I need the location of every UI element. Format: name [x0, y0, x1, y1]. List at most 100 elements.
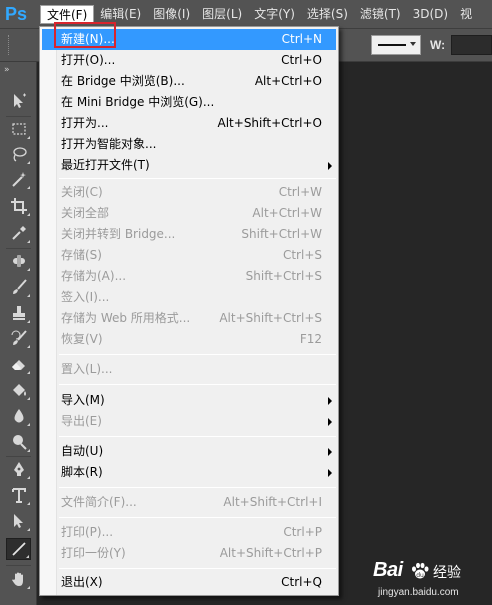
- menu-type[interactable]: 文字(Y): [248, 5, 301, 24]
- lasso-tool-icon[interactable]: [6, 143, 31, 165]
- menu-separator: [59, 354, 336, 355]
- menu-item-open-recent[interactable]: 最近打开文件(T): [42, 155, 336, 176]
- watermark-product: 经验: [433, 565, 461, 581]
- menu-select[interactable]: 选择(S): [301, 5, 354, 24]
- menu-item-save[interactable]: 存储(S) Ctrl+S: [42, 245, 336, 266]
- menu-item-browse-bridge[interactable]: 在 Bridge 中浏览(B)... Alt+Ctrl+O: [42, 71, 336, 92]
- menu-item-file-info[interactable]: 文件简介(F)... Alt+Shift+Ctrl+I: [42, 492, 336, 513]
- dodge-tool-icon[interactable]: [6, 431, 31, 453]
- healing-brush-tool-icon[interactable]: [6, 250, 31, 272]
- menu-item-scripts[interactable]: 脚本(R): [42, 462, 336, 483]
- menu-item-shortcut: Ctrl+N: [281, 32, 322, 46]
- watermark-url: jingyan.baidu.com: [378, 587, 459, 598]
- clone-stamp-tool-icon[interactable]: [6, 302, 31, 324]
- menu-separator: [59, 436, 336, 437]
- menu-item-shortcut: Ctrl+S: [282, 248, 322, 262]
- menu-separator: [59, 517, 336, 518]
- menu-item-label: 最近打开文件(T): [61, 158, 150, 172]
- menu-3d[interactable]: 3D(D): [407, 5, 454, 24]
- menu-item-shortcut: Alt+Ctrl+O: [254, 74, 322, 88]
- menu-item-label: 恢复(V): [61, 332, 103, 346]
- photoshop-logo: Ps: [5, 4, 28, 24]
- menu-item-shortcut: Shift+Ctrl+S: [245, 269, 322, 283]
- menu-item-shortcut: Alt+Ctrl+W: [252, 206, 322, 220]
- menu-item-label: 打开为智能对象...: [61, 137, 157, 151]
- blur-tool-icon[interactable]: [6, 405, 31, 427]
- collapse-panel-icon[interactable]: »: [4, 65, 10, 75]
- menu-item-label: 关闭并转到 Bridge...: [61, 227, 176, 241]
- eraser-tool-icon[interactable]: [6, 353, 31, 375]
- menu-item-open-as[interactable]: 打开为... Alt+Shift+Ctrl+O: [42, 113, 336, 134]
- paw-icon: du: [412, 562, 429, 579]
- menu-item-label: 存储(S): [61, 248, 102, 262]
- menu-item-shortcut: Ctrl+W: [278, 185, 322, 199]
- menu-item-save-as[interactable]: 存储为(A)... Shift+Ctrl+S: [42, 266, 336, 287]
- chevron-right-icon: [328, 469, 332, 477]
- menu-item-label: 导入(M): [61, 393, 105, 407]
- marquee-tool-icon[interactable]: [6, 118, 31, 140]
- menu-item-export[interactable]: 导出(E): [42, 411, 336, 432]
- paint-bucket-tool-icon[interactable]: [6, 379, 31, 401]
- menu-item-label: 打开(O)...: [61, 53, 116, 67]
- menu-item-label: 脚本(R): [61, 465, 103, 479]
- menu-item-label: 置入(L)...: [61, 362, 113, 376]
- menu-item-shortcut: F12: [299, 332, 322, 346]
- chevron-right-icon: [328, 418, 332, 426]
- path-selection-tool-icon[interactable]: [6, 510, 31, 532]
- brush-tool-icon[interactable]: [6, 276, 31, 298]
- menu-item-print[interactable]: 打印(P)... Ctrl+P: [42, 522, 336, 543]
- menu-item-exit[interactable]: 退出(X) Ctrl+Q: [42, 572, 336, 593]
- menu-item-label: 关闭(C): [61, 185, 103, 199]
- eyedropper-tool-icon[interactable]: [6, 222, 31, 244]
- menu-item-revert[interactable]: 恢复(V) F12: [42, 329, 336, 350]
- menu-item-close-all[interactable]: 关闭全部 Alt+Ctrl+W: [42, 203, 336, 224]
- magic-wand-tool-icon[interactable]: [6, 168, 31, 190]
- move-tool-icon[interactable]: [6, 90, 31, 112]
- menu-item-save-for-web[interactable]: 存储为 Web 所用格式... Alt+Shift+Ctrl+S: [42, 308, 336, 329]
- stroke-line-preview: [378, 44, 406, 46]
- menu-separator: [59, 568, 336, 569]
- width-input[interactable]: [451, 35, 492, 55]
- menu-separator: [59, 384, 336, 385]
- file-menu-dropdown: 新建(N)... Ctrl+N 打开(O)... Ctrl+O 在 Bridge…: [39, 26, 339, 596]
- menu-item-check-in[interactable]: 签入(I)...: [42, 287, 336, 308]
- menu-item-import[interactable]: 导入(M): [42, 390, 336, 411]
- menu-item-label: 在 Mini Bridge 中浏览(G)...: [61, 95, 215, 109]
- menu-item-label: 打印一份(Y): [61, 546, 126, 560]
- menu-item-shortcut: Ctrl+O: [281, 53, 322, 67]
- history-brush-tool-icon[interactable]: [6, 327, 31, 349]
- chevron-right-icon: [328, 448, 332, 456]
- menu-view[interactable]: 视: [454, 5, 478, 24]
- menu-item-open[interactable]: 打开(O)... Ctrl+O: [42, 50, 336, 71]
- menu-item-automate[interactable]: 自动(U): [42, 441, 336, 462]
- watermark-brand: Bai: [373, 559, 403, 581]
- svg-text:du: du: [416, 572, 424, 579]
- menu-item-label: 退出(X): [61, 575, 103, 589]
- menu-item-label: 存储为 Web 所用格式...: [61, 311, 191, 325]
- menu-item-label: 签入(I)...: [61, 290, 110, 304]
- menu-item-label: 文件简介(F)...: [61, 495, 137, 509]
- menu-image[interactable]: 图像(I): [147, 5, 196, 24]
- menu-item-label: 自动(U): [61, 444, 104, 458]
- menu-filter[interactable]: 滤镜(T): [354, 5, 407, 24]
- menu-item-shortcut: Alt+Shift+Ctrl+I: [223, 495, 322, 509]
- options-grip-handle[interactable]: [8, 35, 11, 55]
- tools-panel: »: [0, 62, 37, 605]
- hand-tool-icon[interactable]: [6, 568, 31, 590]
- menu-item-browse-mini-bridge[interactable]: 在 Mini Bridge 中浏览(G)...: [42, 92, 336, 113]
- menu-layer[interactable]: 图层(L): [196, 5, 248, 24]
- menu-item-open-as-smart-object[interactable]: 打开为智能对象...: [42, 134, 336, 155]
- menu-item-label: 打开为...: [61, 116, 109, 130]
- menu-item-close[interactable]: 关闭(C) Ctrl+W: [42, 182, 336, 203]
- menu-item-close-go-bridge[interactable]: 关闭并转到 Bridge... Shift+Ctrl+W: [42, 224, 336, 245]
- line-tool-icon[interactable]: [6, 538, 31, 560]
- chevron-right-icon: [328, 162, 332, 170]
- crop-tool-icon[interactable]: [6, 195, 31, 217]
- type-tool-icon[interactable]: [6, 484, 31, 506]
- menu-item-place[interactable]: 置入(L)...: [42, 359, 336, 380]
- chevron-right-icon: [328, 397, 332, 405]
- menu-separator: [59, 178, 336, 179]
- pen-tool-icon[interactable]: [6, 458, 31, 480]
- stroke-type-dropdown[interactable]: [371, 35, 421, 55]
- menu-item-print-one-copy[interactable]: 打印一份(Y) Alt+Shift+Ctrl+P: [42, 543, 336, 564]
